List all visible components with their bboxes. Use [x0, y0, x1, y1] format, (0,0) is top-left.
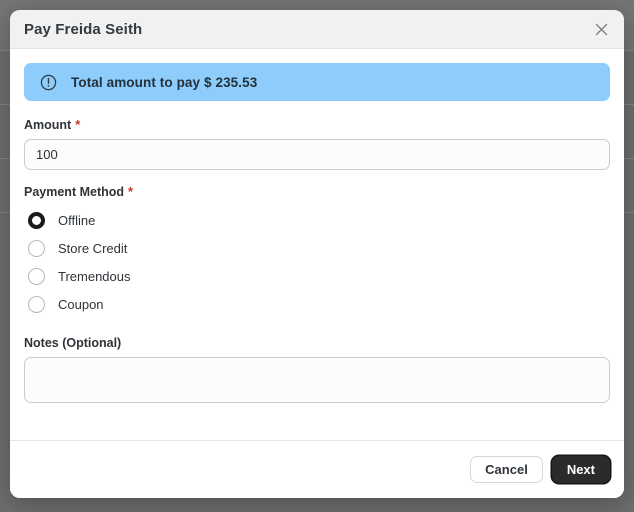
- page-title: Pay Freida Seith: [24, 20, 143, 38]
- radio-option-tremendous[interactable]: Tremendous: [24, 262, 610, 290]
- payment-method-label-text: Payment Method: [24, 185, 125, 199]
- radio-option-offline[interactable]: Offline: [24, 206, 610, 234]
- radio-icon[interactable]: [28, 295, 45, 313]
- notes-label-text: Notes (Optional): [24, 336, 122, 350]
- exclamation-circle-icon: [40, 74, 57, 91]
- radio-icon[interactable]: [28, 239, 45, 257]
- amount-input[interactable]: [24, 139, 610, 170]
- amount-label: Amount *: [24, 117, 610, 132]
- required-asterisk: *: [128, 184, 134, 199]
- radio-option-label: Tremendous: [58, 268, 131, 284]
- close-icon[interactable]: [588, 16, 614, 42]
- amount-label-text: Amount: [24, 118, 72, 132]
- total-amount-text: Total amount to pay $ 235.53: [71, 74, 258, 90]
- modal-header: Pay Freida Seith: [10, 10, 624, 49]
- radio-option-coupon[interactable]: Coupon: [24, 290, 610, 318]
- total-amount-banner: Total amount to pay $ 235.53: [24, 63, 610, 101]
- modal-body: Total amount to pay $ 235.53 Amount * Pa…: [10, 49, 624, 440]
- payment-method-radio-group: Offline Store Credit Tremendous Coupon: [24, 206, 610, 318]
- modal-footer: Cancel Next: [10, 440, 624, 498]
- radio-option-label: Offline: [58, 212, 96, 228]
- required-asterisk: *: [75, 117, 81, 132]
- radio-option-store-credit[interactable]: Store Credit: [24, 234, 610, 262]
- pay-modal: Pay Freida Seith Total amount to pay $ 2…: [10, 10, 624, 498]
- notes-textarea[interactable]: [24, 357, 610, 403]
- payment-method-label: Payment Method *: [24, 184, 610, 199]
- radio-option-label: Coupon: [58, 296, 104, 312]
- radio-option-label: Store Credit: [58, 240, 128, 256]
- radio-icon[interactable]: [28, 267, 45, 285]
- next-button[interactable]: Next: [551, 456, 610, 483]
- cancel-button[interactable]: Cancel: [470, 456, 543, 483]
- notes-label: Notes (Optional): [24, 336, 610, 350]
- radio-icon[interactable]: [28, 211, 45, 229]
